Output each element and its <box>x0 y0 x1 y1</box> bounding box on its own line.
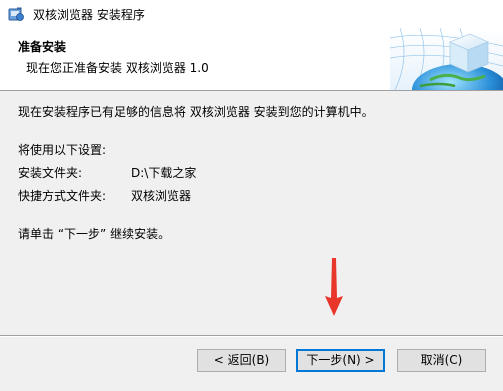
install-folder-label: 安装文件夹: <box>18 166 83 180</box>
title-bar[interactable]: 双核浏览器 安装程序 <box>0 0 503 28</box>
shortcut-folder-value: 双核浏览器 <box>131 189 192 203</box>
content-area: 现在安装程序已有足够的信息将 双核浏览器 安装到您的计算机中。 将使用以下设置:… <box>0 91 503 331</box>
installer-window: 双核浏览器 安装程序 准备安装 现在您正准备安装 双核浏览器 1.0 现在安装程… <box>0 0 503 391</box>
cancel-button[interactable]: 取消(C) <box>397 349 486 372</box>
page-title: 准备安装 <box>18 40 67 54</box>
page-subtitle: 现在您正准备安装 双核浏览器 1.0 <box>26 61 209 75</box>
installer-app-icon <box>8 7 24 21</box>
setup-globe-icon <box>390 28 503 90</box>
next-button[interactable]: 下一步(N) > <box>296 349 385 372</box>
settings-heading: 将使用以下设置: <box>18 143 107 157</box>
red-arrow-down-icon <box>325 258 343 316</box>
intro-text: 现在安装程序已有足够的信息将 双核浏览器 安装到您的计算机中。 <box>18 105 374 119</box>
back-button[interactable]: < 返回(B) <box>197 349 286 372</box>
shortcut-folder-label: 快捷方式文件夹: <box>18 189 107 203</box>
install-folder-value: D:\下载之家 <box>131 166 197 180</box>
header-banner: 准备安装 现在您正准备安装 双核浏览器 1.0 <box>0 28 503 91</box>
window-title: 双核浏览器 安装程序 <box>33 8 145 22</box>
instruction-text: 请单击 “下一步” 继续安装。 <box>18 227 171 241</box>
footer-divider <box>0 335 503 337</box>
